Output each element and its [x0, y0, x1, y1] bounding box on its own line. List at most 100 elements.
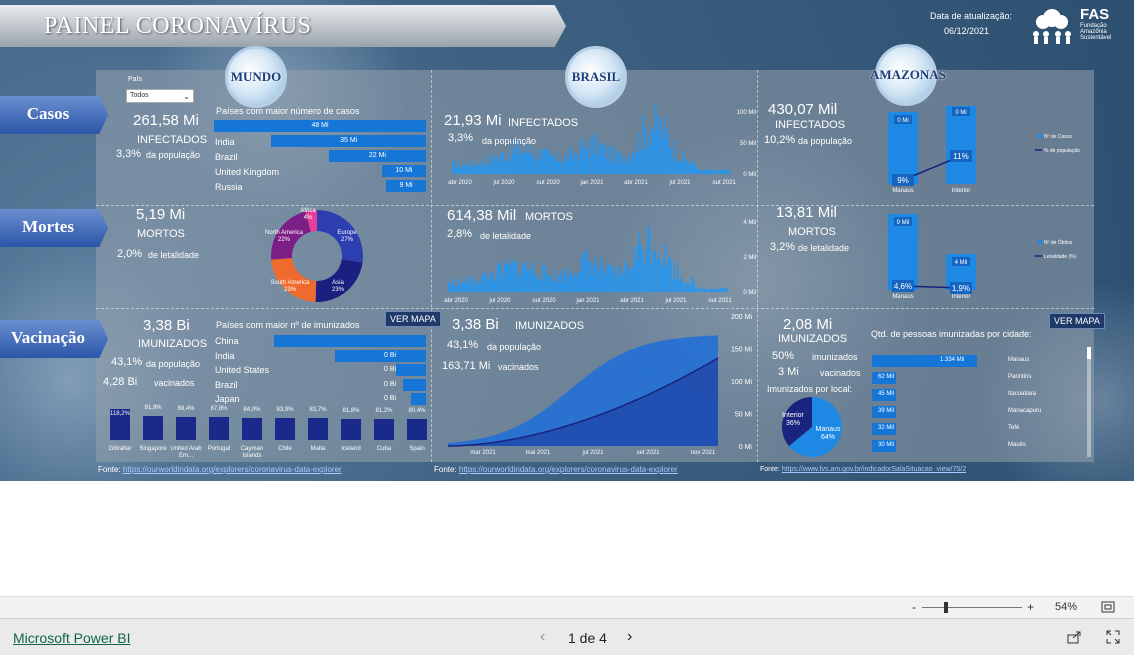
- bar: [695, 165, 697, 174]
- bar: [556, 281, 558, 292]
- legend-label: Nº de Óbitos: [1044, 239, 1073, 246]
- bar: [495, 162, 498, 174]
- bar: [541, 149, 543, 174]
- bar: [534, 158, 536, 174]
- bar: [607, 146, 610, 174]
- bar: [605, 270, 607, 292]
- bar: [544, 147, 547, 174]
- bar: [609, 264, 611, 292]
- bar: [560, 271, 562, 292]
- bar: [663, 115, 666, 174]
- fonte-mundo-link[interactable]: https://ourworldindata.org/explorers/cor…: [123, 465, 342, 474]
- bar: [466, 163, 468, 174]
- prev-page-button[interactable]: ‹: [540, 628, 545, 646]
- x-tick-label: nov 2021: [691, 450, 716, 456]
- bar: [603, 273, 606, 292]
- bar: [700, 169, 702, 174]
- bar: [462, 165, 464, 174]
- am-vac-label: IMUNIZADOS: [778, 333, 848, 345]
- bar: [455, 168, 457, 174]
- bar: [478, 164, 480, 174]
- bar: [469, 167, 471, 174]
- bar: [536, 148, 538, 174]
- bar: [455, 286, 457, 292]
- bar: [658, 130, 660, 174]
- bar: [507, 264, 509, 292]
- am-casos-value: 430,07 Mil: [768, 101, 838, 118]
- bar: [525, 152, 527, 174]
- bar: [709, 169, 711, 174]
- bar: [519, 274, 522, 292]
- bar: [487, 166, 489, 174]
- bar: [533, 272, 536, 292]
- x-tick-label: jul 2021: [581, 450, 604, 456]
- bar: [621, 163, 624, 174]
- mundo-vacc-label: vacinados: [154, 378, 195, 388]
- bar: [513, 153, 515, 174]
- bar: [625, 163, 627, 174]
- bar: [726, 288, 728, 292]
- bar-label: 0 Bi: [384, 351, 397, 359]
- bar-label: 48 Mi: [311, 122, 329, 129]
- bar: [490, 163, 492, 174]
- x-tick-label: jul 2020: [492, 180, 515, 186]
- bar: [518, 140, 520, 174]
- local-pie-chart: Manaus64% Interior36%: [782, 397, 842, 457]
- fonte-amazonas-link[interactable]: https://www.fvs.am.gov.br/indicadorSalaS…: [782, 466, 966, 473]
- fonte-brasil-link[interactable]: https://ourworldindata.org/explorers/cor…: [459, 465, 678, 474]
- bar: [476, 162, 478, 174]
- category-label: Parintins: [1008, 374, 1032, 380]
- mundo-mortes-value: 5,19 Mi: [136, 206, 186, 223]
- bar: [564, 155, 566, 174]
- bar: [703, 288, 705, 292]
- ver-mapa-am-button[interactable]: VER MAPA: [1049, 313, 1105, 329]
- bar: [448, 282, 450, 292]
- bar: [543, 148, 545, 174]
- ver-mapa-mundo-button[interactable]: VER MAPA: [385, 311, 441, 327]
- bar: [558, 161, 561, 174]
- fonte-mundo: Fonte: https://ourworldindata.org/explor…: [98, 465, 342, 474]
- bar: [486, 274, 488, 292]
- bar: [600, 144, 603, 174]
- bar: [652, 249, 655, 292]
- x-tick-label: jan 2021: [579, 180, 604, 186]
- bar: [582, 251, 585, 292]
- bar: [653, 130, 655, 174]
- bar: [574, 152, 576, 174]
- category-label: Manaus: [892, 188, 913, 194]
- bar: [483, 163, 485, 174]
- bar: [614, 148, 617, 174]
- bar: [677, 266, 679, 292]
- cidades-scrollbar[interactable]: [1087, 347, 1091, 457]
- bar: [628, 267, 630, 292]
- bar: [602, 146, 604, 174]
- mundo-mortes-label: MORTOS: [137, 228, 185, 240]
- bar-label: 30 Mil: [878, 442, 895, 448]
- bar: [697, 168, 699, 174]
- zoom-slider-thumb[interactable]: [944, 602, 948, 613]
- scroll-thumb[interactable]: [1087, 347, 1091, 359]
- bar-label: 0 Bi: [384, 395, 397, 402]
- bar-label: 32 Mil: [878, 425, 895, 431]
- country-filter-select[interactable]: Todos ⌄: [126, 89, 194, 103]
- bar: [691, 159, 694, 174]
- zoom-slider[interactable]: [922, 607, 1022, 608]
- bar-label: 0 Mi: [897, 118, 908, 124]
- zoom-in-button[interactable]: +: [1027, 600, 1034, 614]
- share-icon[interactable]: [1067, 630, 1082, 644]
- bar: [639, 151, 641, 174]
- bar: [701, 288, 704, 292]
- fullscreen-icon[interactable]: [1106, 630, 1120, 644]
- fit-to-page-icon[interactable]: [1101, 601, 1115, 613]
- bar: [407, 418, 427, 440]
- powerbi-link[interactable]: Microsoft Power BI: [13, 630, 130, 646]
- legend-label: Nº de Casos: [1044, 134, 1072, 140]
- bar-label: 35 Mi: [340, 137, 358, 144]
- bar: [488, 154, 491, 174]
- bar: [472, 278, 474, 292]
- bar: [717, 289, 719, 292]
- next-page-button[interactable]: ›: [627, 628, 632, 646]
- country-label: Japan: [215, 394, 240, 404]
- bar: [667, 133, 669, 174]
- zoom-out-button[interactable]: -: [912, 600, 916, 614]
